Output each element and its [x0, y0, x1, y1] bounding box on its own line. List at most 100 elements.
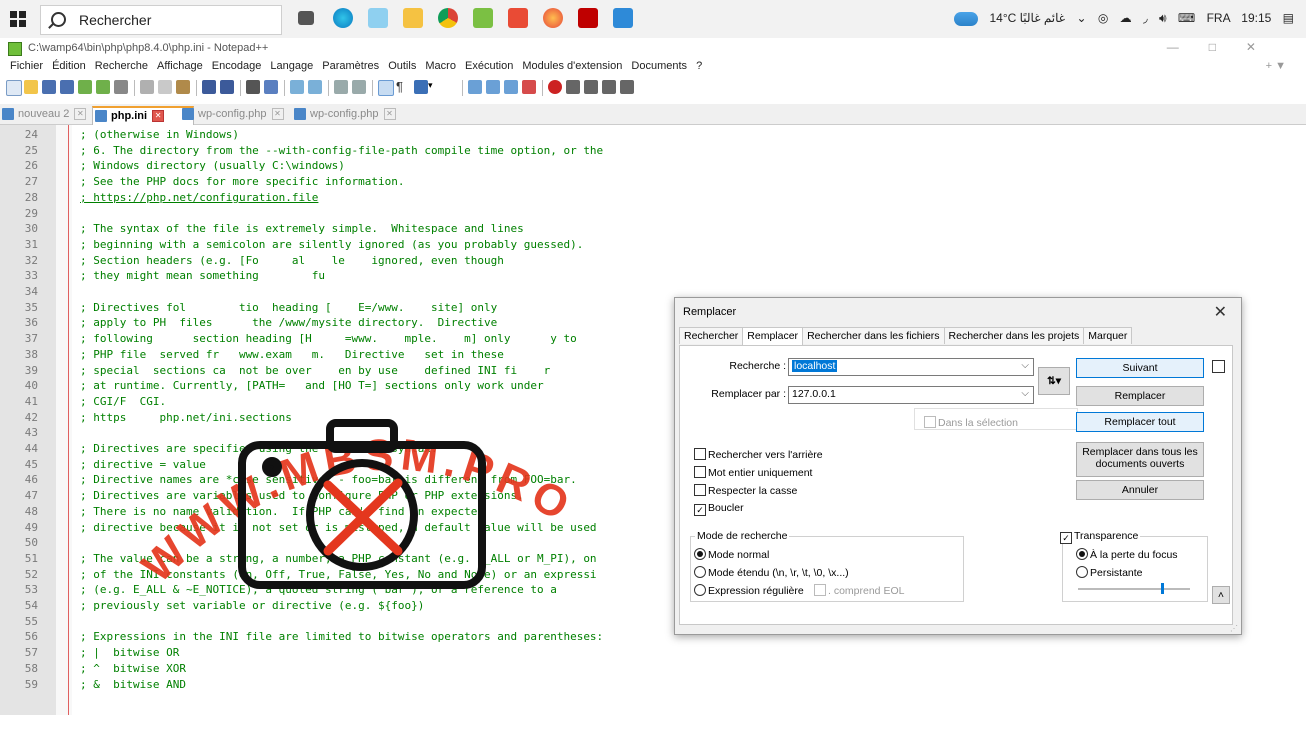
save-all-icon[interactable]	[60, 80, 74, 94]
resize-grip-icon[interactable]: ⋰	[1230, 624, 1238, 633]
collapse-button[interactable]: ˄	[1212, 586, 1230, 604]
replace-icon[interactable]	[264, 80, 278, 94]
taskbar-search-box[interactable]: Rechercher	[40, 5, 282, 35]
new-file-icon[interactable]	[6, 80, 22, 96]
close-tab-icon[interactable]: ✕	[152, 110, 165, 123]
next-button[interactable]: Suivant	[1076, 358, 1204, 378]
print-icon[interactable]	[114, 80, 128, 94]
slider-thumb[interactable]	[1161, 583, 1164, 594]
firefox-icon[interactable]	[543, 8, 563, 28]
wifi-icon[interactable]: ◞	[1143, 11, 1148, 25]
indent-guide-icon[interactable]	[414, 80, 428, 94]
paint-icon[interactable]	[613, 8, 633, 28]
windows-start-icon[interactable]	[10, 11, 26, 27]
redo-icon[interactable]	[220, 80, 234, 94]
clock[interactable]: 19:15	[1241, 11, 1271, 25]
window-controls[interactable]: —□✕	[1167, 40, 1286, 54]
close-tab-icon[interactable]: ✕	[74, 108, 87, 121]
tab-nouveau-2[interactable]: nouveau 2 ✕	[0, 106, 104, 123]
swap-find-replace-button[interactable]: ⇅▾	[1038, 367, 1070, 395]
stop-macro-icon[interactable]	[566, 80, 580, 94]
folder-workspace-icon[interactable]	[504, 80, 518, 94]
weather-text[interactable]: 14°C غائم غالبًا	[989, 11, 1065, 25]
menu-langage[interactable]: Langage	[267, 58, 316, 72]
replace-button[interactable]: Remplacer	[1076, 386, 1204, 406]
save-icon[interactable]	[42, 80, 56, 94]
zoom-out-icon[interactable]	[308, 80, 322, 94]
file-explorer-icon[interactable]	[403, 8, 423, 28]
menu-recherche[interactable]: Recherche	[92, 58, 151, 72]
close-tab-icon[interactable]: ✕	[271, 108, 284, 121]
menu-parametres[interactable]: Paramètres	[319, 58, 382, 72]
copy-icon[interactable]	[158, 80, 172, 94]
menu-macro[interactable]: Macro	[422, 58, 459, 72]
whole-word-checkbox[interactable]: Mot entier uniquement	[694, 466, 812, 479]
menu-outils[interactable]: Outils	[385, 58, 419, 72]
chevron-down-icon[interactable]: ⌵	[1021, 388, 1029, 399]
cut-icon[interactable]	[140, 80, 154, 94]
chevron-down-icon[interactable]: ⌵	[1021, 360, 1029, 371]
replace-all-docs-button[interactable]: Remplacer dans tous les documents ouvert…	[1076, 442, 1204, 477]
tab-wp-config-2[interactable]: wp-config.php ✕	[292, 106, 420, 123]
tab-php-ini[interactable]: php.ini ✕	[92, 106, 194, 125]
menu-fichier[interactable]: Fichier	[7, 58, 46, 72]
transparency-checkbox[interactable]: ✓ Transparence	[1060, 530, 1141, 544]
menu-edition[interactable]: Édition	[49, 58, 89, 72]
menu-modules[interactable]: Modules d'extension	[519, 58, 625, 72]
menu-right-controls[interactable]: + ▼	[1266, 60, 1286, 72]
dialog-tab-marquer[interactable]: Marquer	[1083, 327, 1133, 344]
editor-area[interactable]: 24 ; (otherwise in Windows) 25 ; 6. The dir…	[0, 125, 1306, 715]
zoom-in-icon[interactable]	[290, 80, 304, 94]
replace-all-button[interactable]: Remplacer tout	[1076, 412, 1204, 432]
find-icon[interactable]	[246, 80, 260, 94]
monitoring-icon[interactable]	[522, 80, 536, 94]
mode-normal-radio[interactable]: Mode normal	[694, 548, 769, 561]
wrap-around-checkbox[interactable]: ✓ Boucler	[694, 502, 744, 516]
save-macro-icon[interactable]	[620, 80, 634, 94]
chrome-icon[interactable]	[438, 8, 458, 28]
paste-icon[interactable]	[176, 80, 190, 94]
open-file-icon[interactable]	[24, 80, 38, 94]
dialog-tab-find-in-projects[interactable]: Rechercher dans les projets	[943, 327, 1085, 344]
onedrive-icon[interactable]: ☁	[1120, 11, 1132, 25]
close-icon[interactable]	[78, 80, 92, 94]
close-tab-icon[interactable]: ✕	[383, 108, 396, 121]
notepadpp-icon[interactable]	[473, 8, 493, 28]
function-list-icon[interactable]	[486, 80, 500, 94]
replace-input[interactable]: 127.0.0.1 ⌵	[788, 386, 1034, 404]
notepad-icon[interactable]	[368, 8, 388, 28]
play-macro-icon[interactable]	[584, 80, 598, 94]
menu-encodage[interactable]: Encodage	[209, 58, 265, 72]
sync-vertical-icon[interactable]	[334, 80, 348, 94]
always-radio[interactable]: Persistante	[1076, 566, 1143, 579]
menu-documents[interactable]: Documents	[628, 58, 690, 72]
menu-execution[interactable]: Exécution	[462, 58, 516, 72]
close-all-icon[interactable]	[96, 80, 110, 94]
word-wrap-icon[interactable]	[378, 80, 394, 96]
network-icon[interactable]: ◎	[1098, 11, 1108, 25]
language-indicator[interactable]: FRA	[1207, 11, 1230, 25]
dialog-tab-remplacer[interactable]: Remplacer	[742, 327, 804, 346]
match-case-checkbox[interactable]: Respecter la casse	[694, 484, 797, 497]
run-macro-multiple-icon[interactable]	[602, 80, 616, 94]
menu-affichage[interactable]: Affichage	[154, 58, 206, 72]
filezilla-icon[interactable]	[578, 8, 598, 28]
notifications-icon[interactable]: ▤	[1283, 11, 1294, 25]
next-extra-checkbox[interactable]	[1212, 360, 1227, 374]
tab-wp-config-1[interactable]: wp-config.php ✕	[180, 106, 308, 123]
show-all-chars-icon[interactable]: ¶	[396, 80, 410, 94]
find-input[interactable]: localhost ⌵	[788, 358, 1034, 376]
volume-icon[interactable]: 🔊︎	[1159, 11, 1167, 25]
task-view-icon[interactable]	[298, 11, 314, 25]
edge-icon[interactable]	[333, 8, 353, 28]
dropdown-arrow-icon[interactable]: ▾	[428, 80, 442, 94]
undo-icon[interactable]	[202, 80, 216, 94]
sync-horizontal-icon[interactable]	[352, 80, 366, 94]
app-icon[interactable]	[508, 8, 528, 28]
backward-checkbox[interactable]: Rechercher vers l'arrière	[694, 448, 823, 461]
dialog-tab-find-in-files[interactable]: Rechercher dans les fichiers	[802, 327, 945, 344]
doc-map-icon[interactable]	[468, 80, 482, 94]
keyboard-icon[interactable]: ⌨	[1178, 11, 1195, 25]
cancel-button[interactable]: Annuler	[1076, 480, 1204, 500]
menu-help[interactable]: ?	[693, 58, 705, 72]
